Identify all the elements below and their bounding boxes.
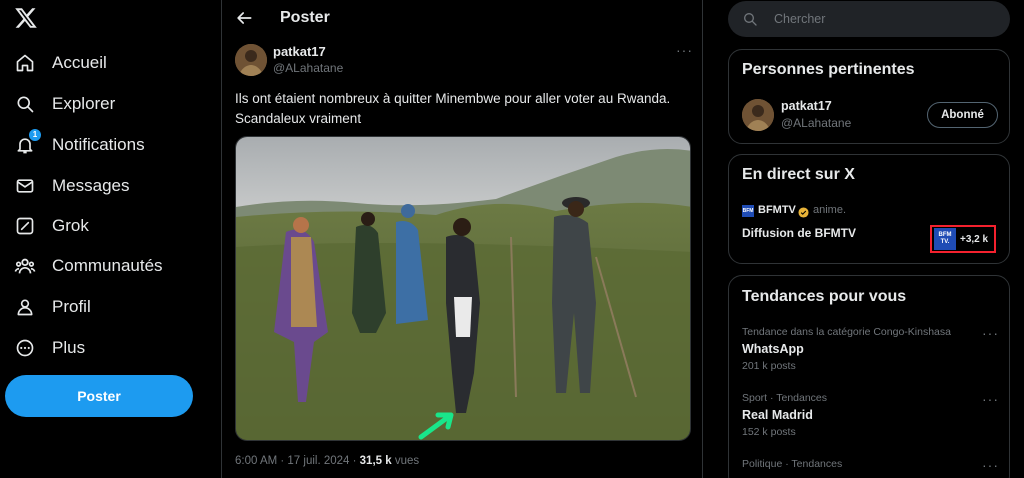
more-circle-icon — [14, 337, 36, 359]
tweet-meta: 6:00 AM · 17 juil. 2024 · 31,5 k vues — [235, 455, 419, 467]
search-icon — [742, 11, 758, 27]
nav-item-communities[interactable]: Communautés — [14, 251, 163, 281]
communities-icon — [14, 255, 36, 277]
back-arrow-icon[interactable] — [234, 8, 254, 28]
nav-label: Communautés — [52, 256, 163, 275]
nav-item-home[interactable]: Accueil — [14, 48, 107, 78]
trend-context: Tendance dans la catégorie Congo-Kinshas… — [742, 326, 951, 338]
search-input[interactable]: Chercher — [774, 12, 825, 26]
grok-icon — [14, 215, 36, 237]
person-icon — [14, 296, 36, 318]
avatar[interactable] — [235, 44, 267, 76]
trend-more-icon[interactable]: ··· — [982, 457, 999, 473]
search-bar[interactable]: Chercher — [728, 1, 1010, 37]
view-label: vues — [391, 455, 420, 467]
trend-context: Politique · Tendances — [742, 458, 843, 470]
trends-card: Tendances pour vous Tendance dans la cat… — [728, 275, 1010, 478]
tweet-timestamp[interactable]: 6:00 AM · 17 juil. 2024 · — [235, 455, 360, 467]
nav-label: Accueil — [52, 53, 107, 72]
search-icon — [14, 93, 36, 115]
trend-context: Sport · Tendances — [742, 392, 828, 404]
nav-item-messages[interactable]: Messages — [14, 171, 129, 201]
person-handle[interactable]: @ALahatane — [781, 116, 851, 130]
trend-more-icon[interactable]: ··· — [982, 391, 999, 407]
view-count: 31,5 k — [359, 455, 392, 467]
live-thumbnail[interactable]: BFM TV. +3,2 k — [930, 225, 996, 253]
nav-label: Profil — [52, 297, 91, 316]
home-icon — [14, 52, 36, 74]
nav-label: Notifications — [52, 135, 145, 154]
nav-item-profile[interactable]: Profil — [14, 292, 91, 322]
x-logo-icon[interactable] — [14, 6, 40, 32]
author-handle[interactable]: @ALahatane — [273, 61, 343, 75]
more-options-icon[interactable]: ··· — [676, 42, 693, 58]
trend-more-icon[interactable]: ··· — [982, 325, 999, 341]
page-title: Poster — [280, 9, 330, 26]
nav-label: Explorer — [52, 94, 116, 113]
main-column: Poster patkat17 @ALahatane ··· Ils ont é… — [221, 0, 703, 478]
nav-item-notifications[interactable]: 1 Notifications — [14, 129, 145, 160]
verified-badge-icon — [798, 205, 809, 218]
notification-badge: 1 — [29, 129, 41, 141]
live-status: anime. — [813, 204, 847, 216]
nav-label: Plus — [52, 338, 86, 357]
live-channel[interactable]: BFMTV — [758, 204, 796, 216]
tweet-text: Ils ont étaient nombreux à quitter Minem… — [235, 91, 671, 126]
relevant-people-title: Personnes pertinentes — [742, 61, 915, 78]
tweet-image[interactable] — [235, 136, 691, 441]
bell-icon: 1 — [14, 129, 41, 156]
trends-title: Tendances pour vous — [742, 288, 907, 305]
trend-name[interactable]: Real Madrid — [742, 408, 813, 422]
bfmtv-logo-icon: BFM — [742, 205, 754, 217]
nav-item-explore[interactable]: Explorer — [14, 89, 115, 119]
live-viewer-count: +3,2 k — [960, 233, 989, 245]
avatar[interactable] — [742, 99, 774, 131]
author-name[interactable]: patkat17 — [273, 44, 326, 59]
trend-count: 201 k posts — [742, 360, 796, 372]
relevant-people-card: Personnes pertinentes patkat17 @ALahatan… — [728, 49, 1010, 144]
live-title: En direct sur X — [742, 166, 855, 183]
live-card: En direct sur X BFM BFMTV anime. Diffusi… — [728, 154, 1010, 264]
post-button[interactable]: Poster — [5, 375, 193, 417]
trend-name[interactable]: WhatsApp — [742, 342, 804, 356]
nav-item-more[interactable]: Plus — [14, 333, 85, 363]
left-navigation: Accueil Explorer 1 Notifications Message… — [0, 0, 221, 478]
person-name[interactable]: patkat17 — [781, 99, 832, 113]
nav-label: Messages — [52, 176, 130, 195]
bfmtv-thumb-icon: BFM TV. — [934, 228, 956, 250]
nav-item-grok[interactable]: Grok — [14, 211, 89, 241]
live-broadcast-title[interactable]: Diffusion de BFMTV — [742, 226, 856, 240]
trend-count: 152 k posts — [742, 426, 796, 438]
following-button[interactable]: Abonné — [927, 102, 998, 128]
envelope-icon — [14, 175, 36, 197]
nav-label: Grok — [52, 216, 89, 235]
